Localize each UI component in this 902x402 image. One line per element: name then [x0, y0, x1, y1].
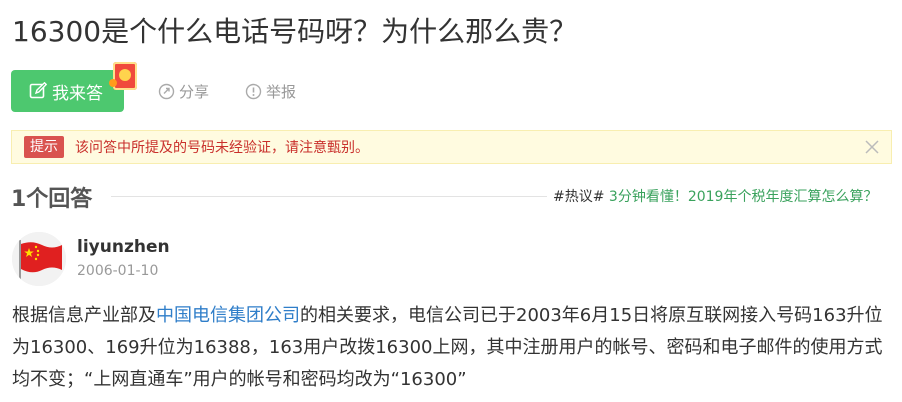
content-text-before: 根据信息产业部及	[12, 305, 156, 326]
share-icon	[158, 83, 175, 100]
company-link[interactable]: 中国电信集团公司	[156, 305, 300, 326]
report-label: 举报	[266, 83, 297, 101]
question-toolbar: 我来答 分享 举报	[11, 62, 511, 112]
answer-count: 1个回答	[11, 187, 93, 212]
hot-tag: #热议#	[553, 189, 605, 205]
report-button[interactable]: 举报	[245, 81, 296, 102]
hot-topic-link[interactable]: 3分钟看懂！2019年个税年度汇算怎么算？	[609, 189, 878, 205]
avatar[interactable]	[12, 232, 66, 286]
hot-topic: #热议# 3分钟看懂！2019年个税年度汇算怎么算？	[553, 186, 877, 206]
answer-content: 根据信息产业部及中国电信集团公司的相关要求，电信公司已于2003年6月15日将原…	[12, 300, 892, 396]
share-button[interactable]: 分享	[158, 81, 209, 102]
notice-tag: 提示	[24, 136, 64, 158]
answer-button[interactable]: 我来答	[11, 70, 124, 112]
unverified-notice: 提示 该问答中所提及的号码未经验证，请注意甄别。	[11, 130, 892, 164]
answer-username[interactable]: liyunzhen	[77, 237, 170, 257]
close-icon[interactable]	[863, 138, 881, 156]
red-packet-icon[interactable]	[109, 62, 137, 90]
china-flag-icon	[12, 232, 66, 286]
divider	[111, 196, 547, 197]
answer-date: 2006-01-10	[77, 263, 159, 279]
question-title: 16300是个什么电话号码呀？为什么那么贵？	[12, 15, 578, 48]
edit-icon	[29, 82, 47, 99]
share-label: 分享	[179, 83, 210, 101]
warning-icon	[245, 83, 262, 100]
notice-message: 该问答中所提及的号码未经验证，请注意甄别。	[75, 140, 369, 156]
answer-button-label: 我来答	[52, 83, 103, 104]
